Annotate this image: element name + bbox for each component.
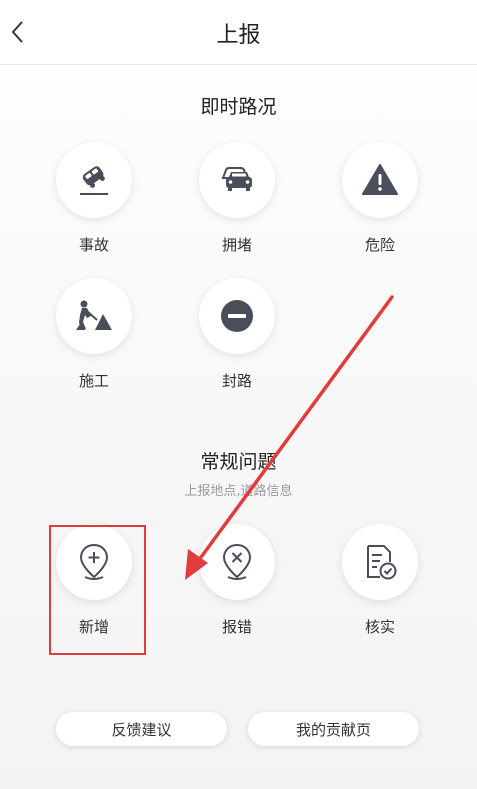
error-location-icon <box>222 543 252 580</box>
add-label: 新增 <box>78 618 109 636</box>
verify-icon-circle <box>342 524 418 600</box>
danger-label: 危险 <box>364 236 395 254</box>
report-construction-button[interactable]: 施工 <box>44 278 144 398</box>
add-icon-circle <box>56 524 132 600</box>
report-page: 上报 即时路况 事故 拥堵 危险 施工 封路 常规问题 上报地点,道路信息 新增… <box>0 0 477 789</box>
road-closed-icon-circle <box>199 278 275 354</box>
car-accident-icon <box>80 166 108 195</box>
feedback-button[interactable]: 反馈建议 <box>56 712 227 746</box>
report-add-button[interactable]: 新增 <box>44 524 144 644</box>
report-danger-button[interactable]: 危险 <box>330 142 430 262</box>
traffic-jam-label: 拥堵 <box>221 236 252 254</box>
road-closed-label: 封路 <box>221 372 252 390</box>
road-closed-icon <box>221 300 253 332</box>
construction-icon-circle <box>56 278 132 354</box>
error-label: 报错 <box>221 618 252 636</box>
traffic-jam-icon <box>221 167 252 191</box>
construction-label: 施工 <box>78 372 109 390</box>
verify-label: 核实 <box>364 618 395 636</box>
report-accident-button[interactable]: 事故 <box>44 142 144 262</box>
danger-icon-circle <box>342 142 418 218</box>
error-icon-circle <box>199 524 275 600</box>
my-contribution-button[interactable]: 我的贡献页 <box>248 712 419 746</box>
construction-icon <box>76 300 112 330</box>
realtime-section-title: 即时路况 <box>200 96 277 118</box>
navigation-bar: 上报 <box>0 0 477 65</box>
traffic-jam-icon-circle <box>199 142 275 218</box>
report-verify-button[interactable]: 核实 <box>330 524 430 644</box>
regular-section-title: 常规问题 <box>200 451 277 473</box>
accident-label: 事故 <box>78 236 109 254</box>
page-title: 上报 <box>216 23 261 48</box>
regular-section-subtitle: 上报地点,道路信息 <box>184 484 293 499</box>
accident-icon-circle <box>56 142 132 218</box>
report-error-button[interactable]: 报错 <box>187 524 287 644</box>
warning-triangle-icon <box>362 164 398 195</box>
report-road-closed-button[interactable]: 封路 <box>187 278 287 398</box>
report-traffic-jam-button[interactable]: 拥堵 <box>187 142 287 262</box>
verify-document-icon <box>367 545 397 580</box>
add-location-icon <box>79 543 109 580</box>
